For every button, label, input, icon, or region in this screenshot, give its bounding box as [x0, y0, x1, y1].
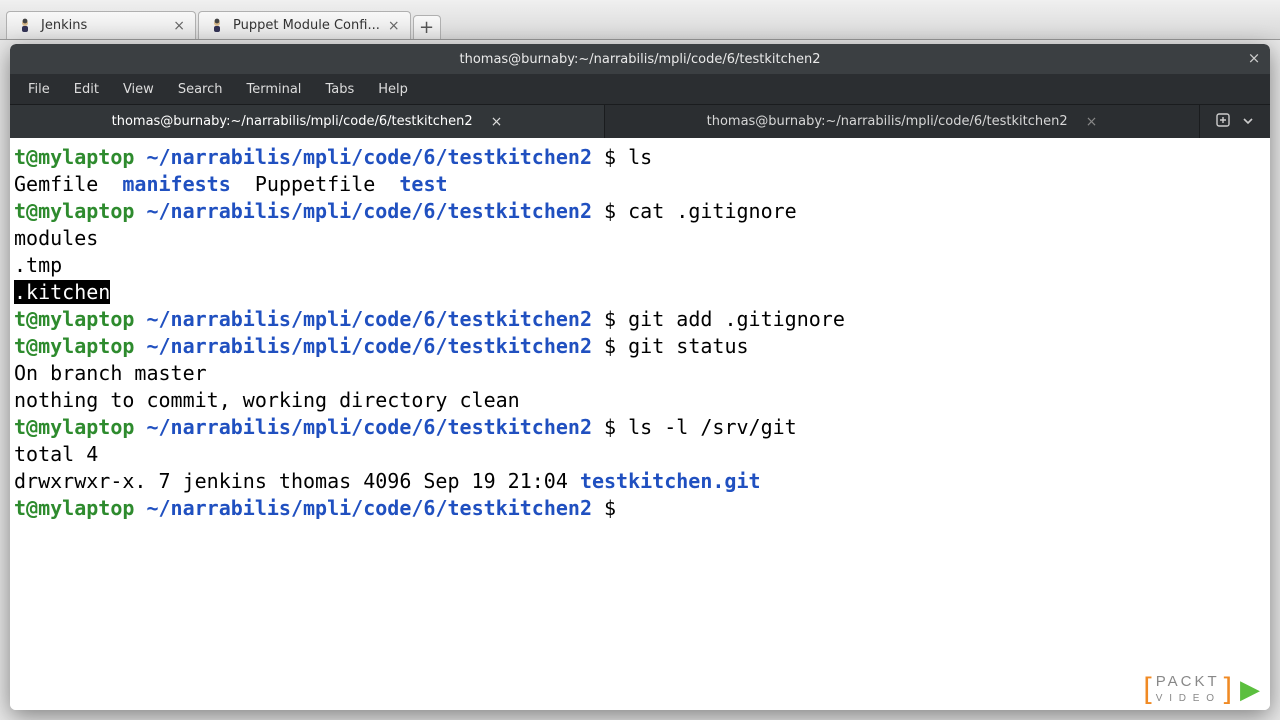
browser-tab-jenkins[interactable]: Jenkins ×	[6, 11, 196, 39]
output-line: On branch master	[14, 361, 207, 385]
menubar: File Edit View Search Terminal Tabs Help	[10, 74, 1270, 104]
terminal-tab-label: thomas@burnaby:~/narrabilis/mpli/code/6/…	[112, 114, 473, 129]
terminal-tab-strip: thomas@burnaby:~/narrabilis/mpli/code/6/…	[10, 104, 1270, 138]
prompt-sep: $	[592, 496, 628, 520]
close-icon[interactable]: ×	[388, 18, 400, 34]
ls-item: manifests	[122, 172, 230, 196]
output-line: drwxrwxr-x. 7 jenkins thomas 4096 Sep 19…	[14, 469, 580, 493]
prompt-path: ~/narrabilis/mpli/code/6/testkitchen2	[146, 334, 592, 358]
terminal-window: thomas@burnaby:~/narrabilis/mpli/code/6/…	[10, 44, 1270, 710]
output-line: .kitchen	[14, 280, 110, 304]
window-close-icon[interactable]: ×	[1244, 48, 1264, 68]
terminal-tab-1[interactable]: thomas@burnaby:~/narrabilis/mpli/code/6/…	[10, 105, 605, 138]
prompt-user: t@mylaptop	[14, 199, 134, 223]
jenkins-icon	[209, 18, 225, 34]
close-icon[interactable]: ×	[173, 18, 185, 34]
prompt-path: ~/narrabilis/mpli/code/6/testkitchen2	[146, 307, 592, 331]
output-line: total 4	[14, 442, 98, 466]
close-icon[interactable]: ×	[1086, 114, 1098, 130]
browser-tab-strip: Jenkins × Puppet Module Confi... × +	[0, 0, 1280, 40]
ls-item: test	[399, 172, 447, 196]
close-icon[interactable]: ×	[491, 114, 503, 130]
menu-view[interactable]: View	[113, 78, 164, 101]
prompt-sep: $	[592, 145, 628, 169]
prompt-sep: $	[592, 415, 628, 439]
prompt-user: t@mylaptop	[14, 496, 134, 520]
prompt-path: ~/narrabilis/mpli/code/6/testkitchen2	[146, 199, 592, 223]
prompt-path: ~/narrabilis/mpli/code/6/testkitchen2	[146, 496, 592, 520]
jenkins-icon	[17, 18, 33, 34]
window-title: thomas@burnaby:~/narrabilis/mpli/code/6/…	[459, 52, 820, 67]
chevron-down-icon[interactable]	[1242, 112, 1254, 131]
window-titlebar: thomas@burnaby:~/narrabilis/mpli/code/6/…	[10, 44, 1270, 74]
command: cat .gitignore	[628, 199, 797, 223]
prompt-user: t@mylaptop	[14, 307, 134, 331]
browser-tab-label: Puppet Module Confi...	[233, 18, 380, 33]
menu-file[interactable]: File	[18, 78, 60, 101]
terminal-content[interactable]: t@mylaptop ~/narrabilis/mpli/code/6/test…	[10, 138, 1270, 710]
menu-edit[interactable]: Edit	[64, 78, 109, 101]
browser-tab-puppet[interactable]: Puppet Module Confi... ×	[198, 11, 411, 39]
output-line: nothing to commit, working directory cle…	[14, 388, 520, 412]
prompt-sep: $	[592, 334, 628, 358]
prompt-user: t@mylaptop	[14, 334, 134, 358]
menu-search[interactable]: Search	[168, 78, 233, 101]
command: git status	[628, 334, 748, 358]
browser-tab-label: Jenkins	[41, 18, 87, 33]
output-line: .tmp	[14, 253, 62, 277]
prompt-user: t@mylaptop	[14, 415, 134, 439]
new-terminal-tab-icon[interactable]	[1216, 112, 1230, 131]
prompt-path: ~/narrabilis/mpli/code/6/testkitchen2	[146, 145, 592, 169]
ls-dirname: testkitchen.git	[580, 469, 761, 493]
output-line: modules	[14, 226, 98, 250]
terminal-tab-label: thomas@burnaby:~/narrabilis/mpli/code/6/…	[707, 114, 1068, 129]
prompt-sep: $	[592, 199, 628, 223]
play-icon: ▶	[1240, 674, 1260, 705]
ls-item: Puppetfile	[255, 172, 375, 196]
terminal-tab-2[interactable]: thomas@burnaby:~/narrabilis/mpli/code/6/…	[605, 105, 1200, 138]
watermark-text: PACKT V I D E O	[1156, 674, 1220, 704]
menu-terminal[interactable]: Terminal	[236, 78, 311, 101]
prompt-sep: $	[592, 307, 628, 331]
prompt-user: t@mylaptop	[14, 145, 134, 169]
command: git add .gitignore	[628, 307, 845, 331]
terminal-tab-controls	[1200, 105, 1270, 138]
menu-help[interactable]: Help	[368, 78, 418, 101]
bracket-icon: [	[1143, 672, 1151, 706]
packt-watermark: [ PACKT V I D E O ] ▶	[1143, 672, 1260, 706]
prompt-path: ~/narrabilis/mpli/code/6/testkitchen2	[146, 415, 592, 439]
menu-tabs[interactable]: Tabs	[315, 78, 364, 101]
new-tab-button[interactable]: +	[413, 15, 441, 39]
ls-item: Gemfile	[14, 172, 98, 196]
bracket-icon: ]	[1224, 672, 1232, 706]
command: ls -l /srv/git	[628, 415, 797, 439]
command: ls	[628, 145, 652, 169]
